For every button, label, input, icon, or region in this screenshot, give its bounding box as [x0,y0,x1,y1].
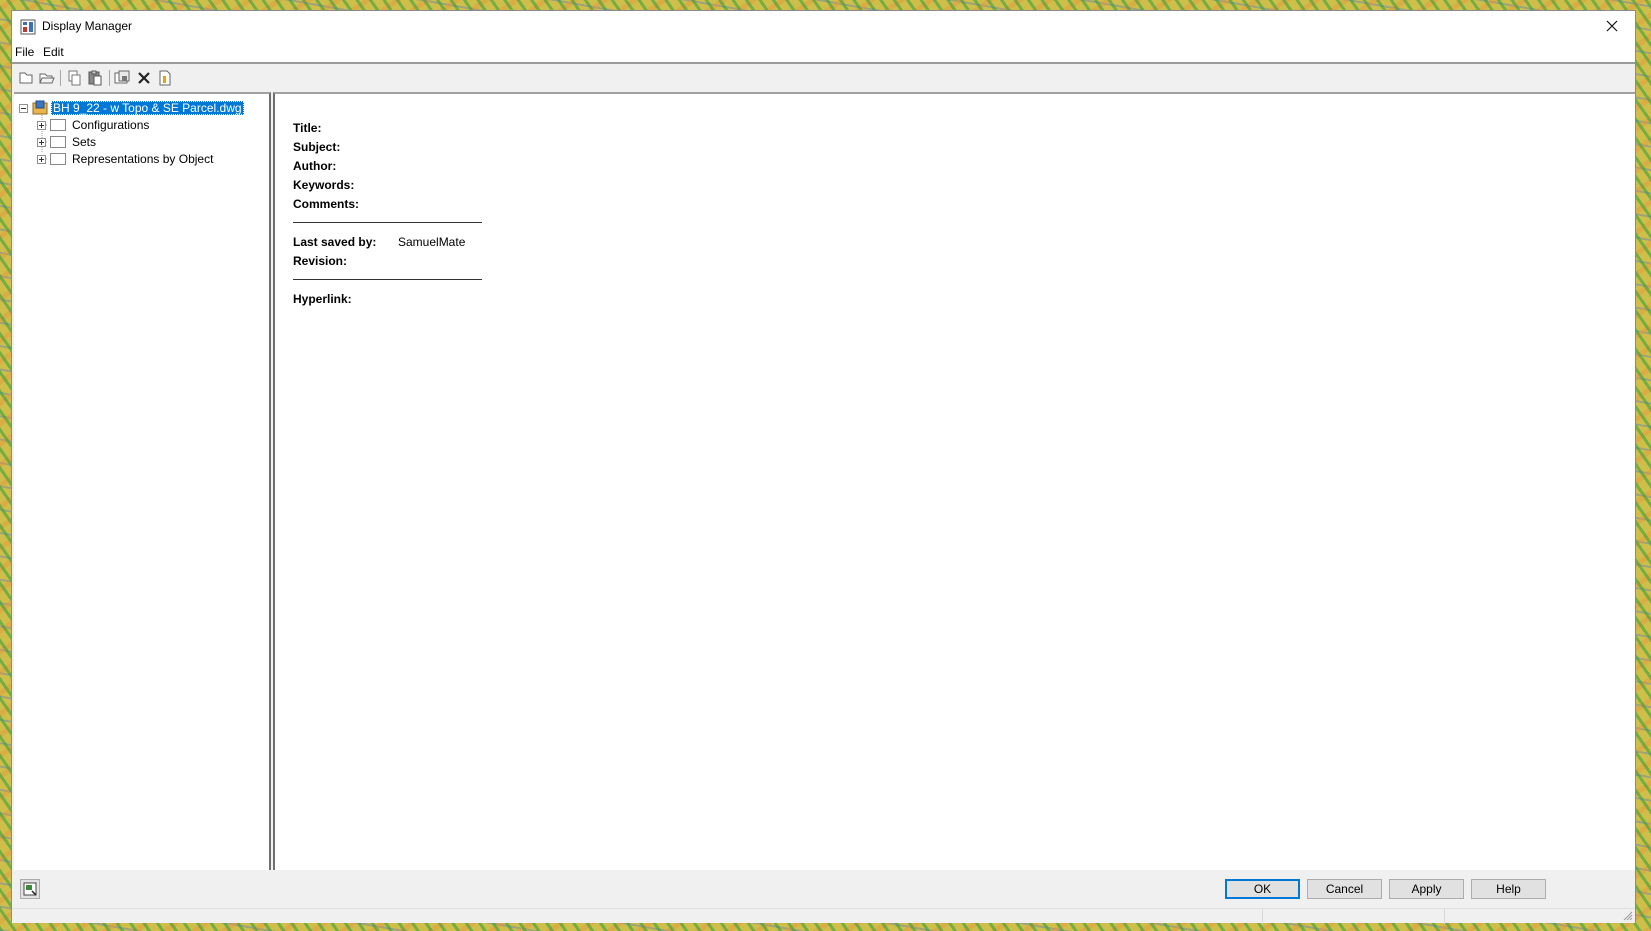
title-bar: Display Manager [12,11,1635,42]
delete-button[interactable] [135,69,153,87]
folder-icon [50,119,66,131]
resize-grip-icon[interactable] [1623,911,1633,921]
cancel-button[interactable]: Cancel [1307,879,1382,899]
title-label: Title: [293,121,322,135]
last-saved-by-value: SamuelMate [398,235,466,249]
tree-pane[interactable]: BH 9_22 - w Topo & SE Parcel.dwg Configu… [14,92,271,870]
expand-toggle[interactable] [37,154,46,164]
toolbar-separator [60,70,61,86]
folder-icon [50,136,66,148]
collapse-toggle[interactable] [19,103,28,113]
open-icon [39,73,55,84]
close-icon [1606,20,1618,32]
new-button[interactable] [17,69,35,87]
toggle-viewer-button[interactable] [20,879,40,899]
folder-icon [50,153,66,165]
help-button[interactable]: Help [1471,879,1546,899]
menu-edit[interactable]: Edit [43,45,64,59]
tree-item-representations-by-object[interactable]: Representations by Object [37,151,215,167]
properties-icon [159,70,171,86]
expand-toggle[interactable] [37,120,46,130]
tree-item-sets[interactable]: Sets [37,134,98,150]
keywords-label: Keywords: [293,178,355,192]
toolbar-separator [109,70,110,86]
paste-button[interactable] [86,69,104,87]
tree-item-label[interactable]: Configurations [70,118,151,132]
tree-item-label[interactable]: Representations by Object [70,152,215,166]
properties-button[interactable] [156,69,174,87]
dialog-footer: OK Cancel Apply Help [12,870,1635,924]
status-bar [12,908,1635,924]
drawing-properties-pane: Title: Subject: Author: Keywords: Commen… [273,92,1635,870]
hyperlink-label: Hyperlink: [293,292,352,306]
divider [293,222,482,223]
copy-button[interactable] [65,69,83,87]
tree-item-configurations[interactable]: Configurations [37,117,151,133]
tree-root-node[interactable]: BH 9_22 - w Topo & SE Parcel.dwg [19,100,244,116]
close-button[interactable] [1595,14,1629,38]
divider [293,279,482,280]
toolbar [12,64,1635,92]
purge-icon [114,70,130,84]
subject-label: Subject: [293,140,341,154]
drawing-file-icon [32,100,48,116]
menu-bar: File Edit [12,42,1635,64]
comments-label: Comments: [293,197,360,211]
last-saved-by-label: Last saved by: [293,235,377,249]
display-manager-app-icon [20,19,36,35]
status-cell [1262,909,1443,924]
copy-icon [68,70,81,86]
author-label: Author: [293,159,337,173]
apply-button[interactable]: Apply [1389,879,1464,899]
delete-icon [138,72,150,84]
tree-root-label[interactable]: BH 9_22 - w Topo & SE Parcel.dwg [51,101,244,115]
purge-button[interactable] [113,69,131,87]
tree-item-label[interactable]: Sets [70,135,98,149]
open-button[interactable] [38,69,56,87]
ok-button[interactable]: OK [1225,879,1300,899]
expand-toggle[interactable] [37,137,46,147]
new-icon [19,72,33,84]
status-cell [1444,909,1625,924]
menu-file[interactable]: File [15,45,34,59]
display-manager-window: Display Manager File Edit BH 9_22 - w To… [11,10,1636,924]
viewer-icon [23,882,37,896]
paste-icon [88,70,102,86]
window-title: Display Manager [42,19,133,33]
revision-label: Revision: [293,254,348,268]
